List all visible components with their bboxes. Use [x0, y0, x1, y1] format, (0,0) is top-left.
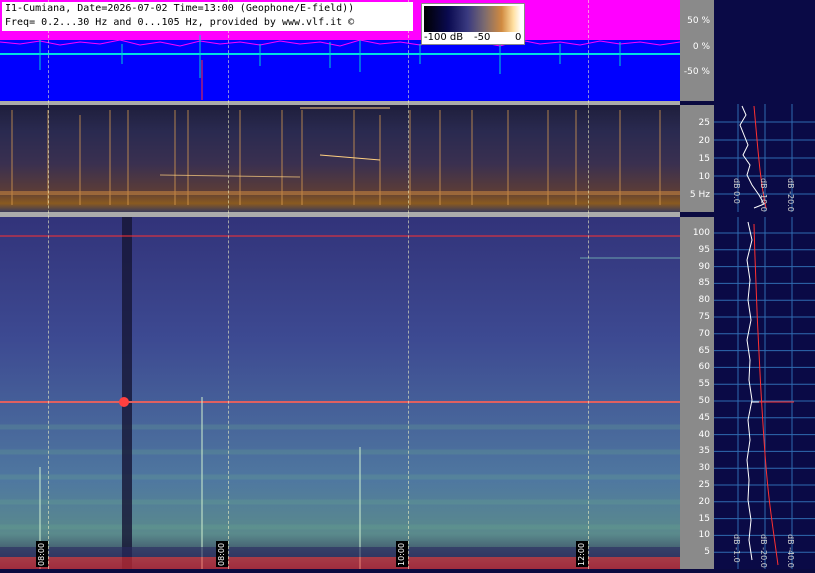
- time-label: 08:00: [216, 541, 228, 567]
- colorbar-label-max: 0: [515, 32, 522, 43]
- axis-tick: 20: [698, 136, 710, 146]
- colorbar-label-min: -100 dB: [424, 32, 464, 43]
- axis-tick: 80: [698, 295, 710, 306]
- axis-tick: 15: [698, 513, 710, 524]
- spectrogram-high-features: [0, 217, 680, 569]
- axis-tick: 40: [698, 429, 710, 440]
- time-gridline: [588, 0, 589, 569]
- side-spectrum-plot: [714, 104, 815, 569]
- axis-tick: 30: [698, 463, 710, 474]
- colorbar-label-mid: -50: [474, 32, 491, 43]
- side-top-label: dB -10.0: [759, 178, 768, 212]
- low-freq-axis: 25 20 15 10 5 Hz: [680, 105, 714, 212]
- header-line-2: Freq= 0.2...30 Hz and 0...105 Hz, provid…: [5, 17, 355, 28]
- time-gridline: [228, 0, 229, 569]
- time-label: 08:00: [36, 541, 48, 567]
- axis-tick: 10: [698, 530, 710, 541]
- header-line-1: I1-Cumiana, Date=2026-07-02 Time=13:00 (…: [5, 3, 355, 14]
- axis-tick: 100: [692, 228, 710, 238]
- axis-tick: 55: [698, 379, 710, 390]
- time-gridline: [48, 0, 49, 569]
- axis-tick: 5: [704, 547, 710, 558]
- side-top-label: dB -20.0: [786, 178, 795, 212]
- time-label: 10:00: [396, 541, 408, 567]
- time-gridline: [408, 0, 409, 569]
- axis-tick: 50: [698, 396, 710, 406]
- axis-tick: -50 %: [683, 67, 710, 77]
- axis-tick: 95: [698, 244, 710, 255]
- axis-tick: 10: [698, 172, 710, 182]
- axis-tick: 50 %: [687, 16, 710, 26]
- side-bottom-label: dB -40.0: [786, 534, 795, 568]
- axis-tick: 85: [698, 278, 710, 289]
- spectrum-side-panel: dB 0.0 dB -10.0 dB -20.0 dB -1.0 dB -20.…: [714, 0, 815, 569]
- colorbar-gradient: [424, 6, 521, 32]
- axis-tick: 90: [698, 261, 710, 272]
- colorbar-legend: -100 dB -50 0: [421, 3, 525, 45]
- axis-tick: 25: [698, 118, 710, 128]
- spectrogram-high: [0, 217, 680, 569]
- axis-tick: 70: [698, 328, 710, 339]
- side-bottom-label: dB -1.0: [732, 534, 741, 563]
- time-label: 12:00: [576, 541, 588, 567]
- spectrogram-low: [0, 105, 680, 212]
- axis-tick: 45: [698, 412, 710, 423]
- axis-tick: 20: [698, 496, 710, 507]
- axis-tick: 75: [698, 312, 710, 322]
- side-bottom-label: dB -20.0: [759, 534, 768, 568]
- axis-tick: 35: [698, 446, 710, 457]
- axis-tick: 0 %: [692, 42, 710, 52]
- axis-tick: 60: [698, 362, 710, 373]
- axis-tick: 25: [698, 480, 710, 490]
- axis-tick: 15: [698, 154, 710, 164]
- high-freq-axis: 100 95 90 85 80 75 70 65 60 55 50 45 40 35 30 25 20 15 10 5: [680, 217, 714, 569]
- amplitude-axis: 50 % 0 % -50 %: [680, 0, 714, 101]
- axis-tick: 5 Hz: [689, 190, 710, 200]
- side-top-label: dB 0.0: [732, 178, 741, 204]
- info-header: I1-Cumiana, Date=2026-07-02 Time=13:00 (…: [2, 2, 413, 31]
- spectrogram-low-streaks: [0, 107, 680, 205]
- axis-tick: 65: [698, 345, 710, 356]
